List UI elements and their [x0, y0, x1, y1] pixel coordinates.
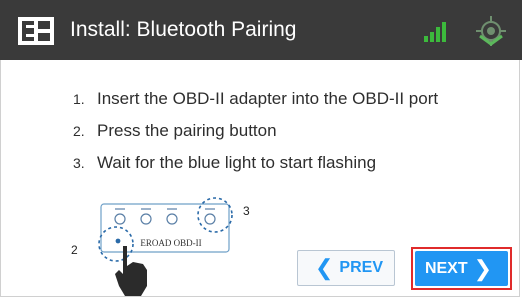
step-number: 1. [73, 91, 85, 107]
callout-button-label: 2 [71, 243, 78, 257]
pointing-hand-icon [115, 246, 147, 296]
prev-button[interactable]: ❮ PREV [297, 250, 395, 286]
step-number: 3. [73, 155, 85, 171]
eroad-logo-icon [18, 17, 54, 45]
content-panel: 1. Insert the OBD-II adapter into the OBD… [0, 60, 520, 297]
instruction-step: 2. Press the pairing button [73, 115, 438, 147]
step-text: Press the pairing button [97, 121, 277, 140]
signal-strength-icon [424, 22, 446, 42]
app-header: Install: Bluetooth Pairing [0, 0, 522, 60]
obd-device-illustration: 3 2 EROAD OBD-II [71, 197, 250, 296]
step-number: 2. [73, 123, 85, 139]
callout-light-label: 3 [243, 204, 250, 218]
gps-icon [476, 16, 506, 46]
instruction-step: 1. Insert the OBD-II adapter into the OBD… [73, 83, 438, 115]
next-button-label: NEXT [424, 259, 468, 277]
prev-button-label: PREV [339, 259, 383, 276]
chevron-left-icon: ❮ [314, 255, 334, 280]
pairing-button-dot [115, 238, 121, 244]
next-button[interactable]: NEXT ❯ [415, 251, 508, 286]
step-text: Insert the OBD-II adapter into the OBD-I… [97, 89, 439, 108]
device-label: EROAD OBD-II [140, 238, 201, 248]
chevron-right-icon: ❯ [473, 255, 493, 281]
step-text: Wait for the blue light to start flashin… [97, 153, 377, 172]
page-title: Install: Bluetooth Pairing [70, 18, 297, 41]
instruction-step: 3. Wait for the blue light to start flash… [73, 147, 438, 179]
instruction-list: 1. Insert the OBD-II adapter into the OBD… [73, 83, 438, 179]
